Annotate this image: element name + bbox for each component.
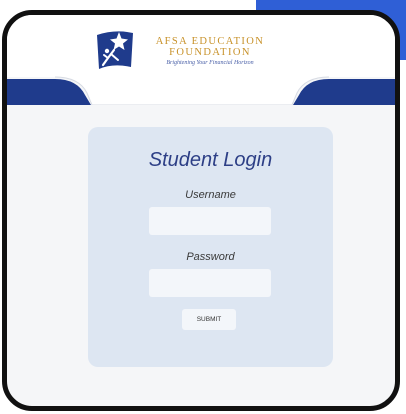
password-input[interactable] <box>149 269 271 297</box>
brand-wordmark: AFSA EDUCATION FOUNDATION Brightening Yo… <box>145 36 275 66</box>
username-label: Username <box>185 189 236 201</box>
brand-name-line1: AFSA EDUCATION <box>155 36 265 47</box>
password-label: Password <box>186 251 235 263</box>
username-input[interactable] <box>149 207 271 235</box>
submit-button[interactable]: SUBMIT <box>182 309 236 330</box>
login-card: Student Login Username Password SUBMIT <box>88 127 333 367</box>
login-title: Student Login <box>148 149 273 171</box>
brand-tagline: Brightening Your Financial Horizon <box>166 60 254 66</box>
brand-name-line2: FOUNDATION <box>169 47 251 58</box>
device-frame: AFSA EDUCATION FOUNDATION Brightening Yo… <box>2 10 400 411</box>
star-runner-logo-icon <box>97 31 133 69</box>
brand-logo: AFSA EDUCATION FOUNDATION Brightening Yo… <box>93 27 273 77</box>
